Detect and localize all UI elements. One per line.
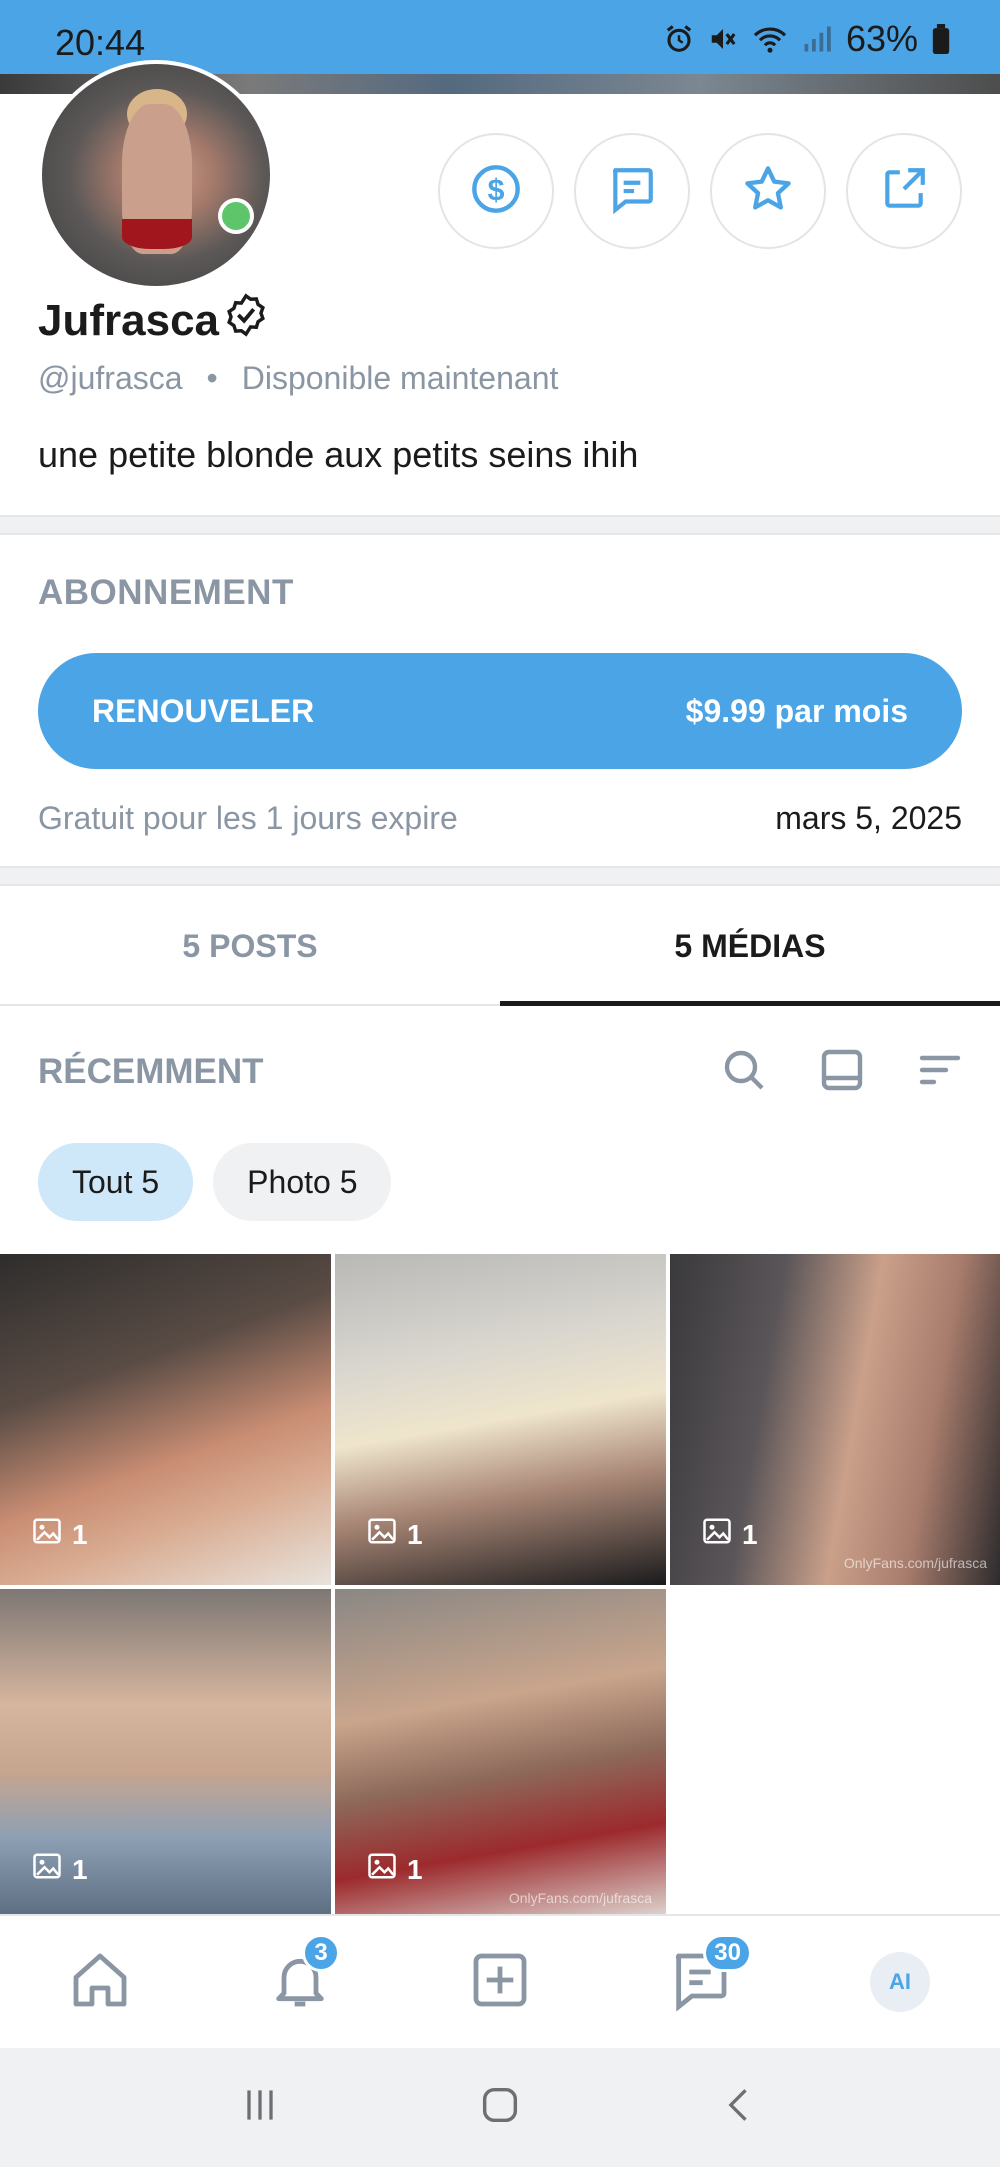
profile-name: Jufrasca bbox=[38, 292, 269, 349]
nav-messages[interactable]: 30 bbox=[650, 1932, 752, 2032]
battery-icon bbox=[932, 24, 950, 54]
recent-title: RÉCEMMENT bbox=[38, 1052, 264, 1091]
system-nav bbox=[0, 2048, 1000, 2167]
star-icon bbox=[742, 163, 794, 220]
svg-text:$: $ bbox=[488, 173, 505, 206]
media-count: 1 bbox=[407, 1518, 423, 1550]
content-tabs: 5 POSTS 5 MÉDIAS bbox=[0, 888, 1000, 1006]
online-indicator bbox=[218, 198, 254, 234]
media-count: 1 bbox=[72, 1518, 88, 1550]
renew-button[interactable]: RENOUVELER $9.99 par mois bbox=[38, 653, 962, 769]
expire-text: Gratuit pour les 1 jours expire bbox=[38, 800, 458, 836]
price-label: $9.99 par mois bbox=[685, 692, 908, 729]
subscription-title: ABONNEMENT bbox=[38, 573, 294, 612]
image-icon bbox=[32, 1851, 62, 1888]
notifications-badge: 3 bbox=[302, 1934, 340, 1972]
filter-chips: Tout 5 Photo 5 bbox=[38, 1143, 392, 1221]
availability-status: Disponible maintenant bbox=[241, 360, 559, 396]
add-icon bbox=[468, 1948, 532, 2017]
alarm-icon bbox=[664, 24, 694, 54]
media-count: 1 bbox=[407, 1853, 423, 1885]
wifi-icon bbox=[752, 24, 788, 54]
handle-row: @jufrasca • Disponible maintenant bbox=[38, 360, 558, 397]
profile-actions: $ bbox=[438, 133, 962, 249]
message-icon bbox=[607, 164, 657, 219]
media-tools bbox=[720, 1046, 964, 1099]
filter-photo[interactable]: Photo 5 bbox=[213, 1143, 392, 1221]
media-tile[interactable]: 1 bbox=[335, 1254, 666, 1585]
battery-text: 63% bbox=[845, 18, 918, 59]
image-icon bbox=[32, 1516, 62, 1553]
home-button-icon[interactable] bbox=[477, 2082, 523, 2133]
avatar[interactable] bbox=[38, 60, 274, 290]
verified-icon bbox=[223, 292, 269, 349]
media-tile[interactable]: 1 bbox=[0, 1254, 331, 1585]
tip-button[interactable]: $ bbox=[438, 133, 554, 249]
search-icon[interactable] bbox=[720, 1046, 768, 1099]
status-time: 20:44 bbox=[55, 22, 146, 63]
back-icon[interactable] bbox=[718, 2083, 762, 2132]
media-grid: 1 1 1 OnlyFans.com/jufrasca 1 1 OnlyFans… bbox=[0, 1254, 1000, 1920]
image-icon bbox=[702, 1516, 732, 1553]
renew-label: RENOUVELER bbox=[92, 692, 315, 729]
nav-ai[interactable]: AI bbox=[850, 1932, 950, 2032]
message-button[interactable] bbox=[574, 133, 690, 249]
nav-notifications[interactable]: 3 bbox=[250, 1932, 350, 2032]
signal-icon bbox=[802, 24, 832, 54]
mute-icon bbox=[708, 24, 738, 54]
share-button[interactable] bbox=[846, 133, 962, 249]
share-icon bbox=[879, 164, 929, 219]
sort-icon[interactable] bbox=[916, 1046, 964, 1099]
watermark: OnlyFans.com/jufrasca bbox=[508, 1890, 652, 1906]
expire-date: mars 5, 2025 bbox=[775, 800, 962, 836]
media-count: 1 bbox=[742, 1518, 758, 1550]
section-divider bbox=[0, 515, 1000, 535]
image-icon bbox=[367, 1851, 397, 1888]
media-tile[interactable]: 1 OnlyFans.com/jufrasca bbox=[670, 1254, 1000, 1585]
nav-create[interactable] bbox=[450, 1932, 550, 2032]
favorite-button[interactable] bbox=[710, 133, 826, 249]
bottom-nav: 3 30 AI bbox=[0, 1914, 1000, 2048]
media-tile[interactable]: 1 OnlyFans.com/jufrasca bbox=[335, 1589, 666, 1920]
nav-home[interactable] bbox=[50, 1932, 150, 2032]
dollar-icon: $ bbox=[470, 163, 522, 220]
watermark: OnlyFans.com/jufrasca bbox=[843, 1555, 987, 1571]
tab-medias[interactable]: 5 MÉDIAS bbox=[500, 888, 1000, 1006]
home-icon bbox=[68, 1948, 132, 2017]
profile-handle: @jufrasca bbox=[38, 360, 183, 396]
filter-all[interactable]: Tout 5 bbox=[38, 1143, 194, 1221]
ai-avatar: AI bbox=[870, 1952, 930, 2012]
media-count: 1 bbox=[72, 1853, 88, 1885]
layout-icon[interactable] bbox=[818, 1046, 866, 1099]
section-divider bbox=[0, 866, 1000, 886]
media-tile[interactable]: 1 bbox=[0, 1589, 331, 1920]
expire-row: Gratuit pour les 1 jours expire mars 5, … bbox=[38, 800, 962, 837]
profile-bio: une petite blonde aux petits seins ihih bbox=[38, 434, 639, 475]
profile-name-text: Jufrasca bbox=[38, 295, 220, 345]
recent-apps-icon[interactable] bbox=[238, 2083, 282, 2132]
tab-posts[interactable]: 5 POSTS bbox=[0, 888, 500, 1004]
image-icon bbox=[367, 1516, 397, 1553]
separator-dot: • bbox=[206, 360, 218, 396]
messages-badge: 30 bbox=[703, 1934, 752, 1972]
